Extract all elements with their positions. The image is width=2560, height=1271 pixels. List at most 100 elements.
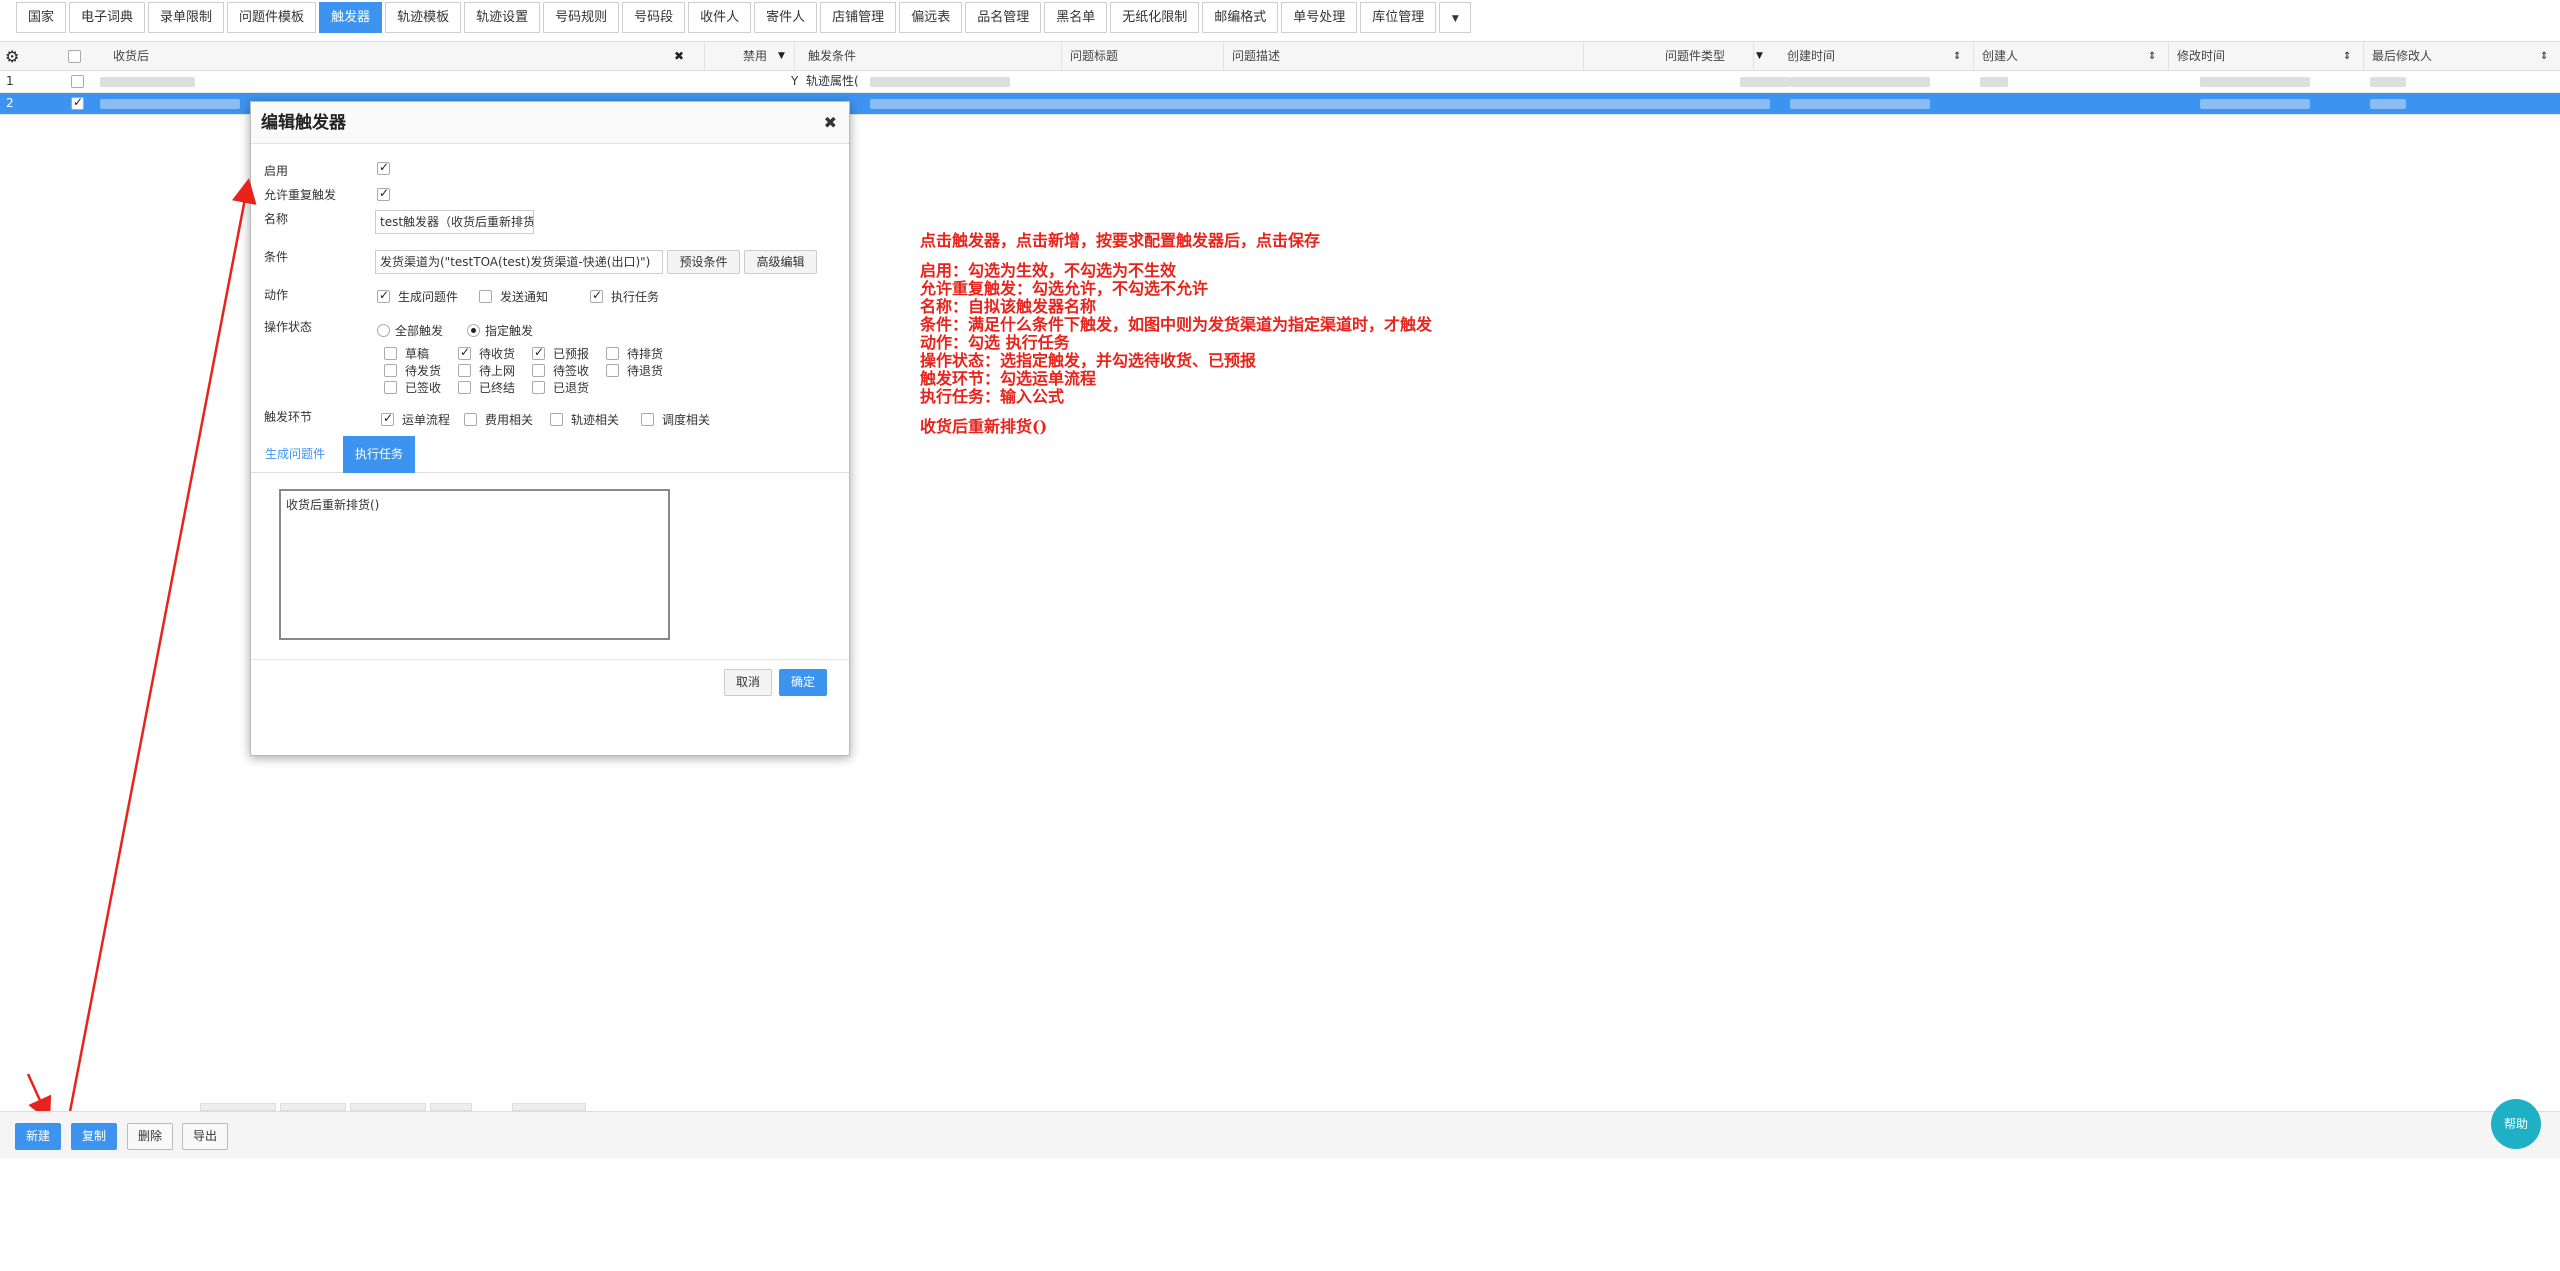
checkbox-box[interactable] xyxy=(381,411,394,426)
opstate-option[interactable]: 待排货 xyxy=(606,345,663,362)
opstate-option[interactable]: 待上网 xyxy=(458,362,515,379)
tab-12[interactable]: 偏远表 xyxy=(899,1,963,33)
sort-icon[interactable]: ⇕ xyxy=(2343,42,2351,71)
tab-8[interactable]: 号码段 xyxy=(622,1,686,33)
copy-button[interactable]: 复制 xyxy=(71,1123,118,1150)
preset-condition-button[interactable]: 预设条件 xyxy=(667,250,740,274)
clear-filter-icon[interactable]: ✖ xyxy=(674,42,684,71)
opstate-option[interactable]: 已终结 xyxy=(458,379,515,396)
col-created-time[interactable]: 创建时间 xyxy=(1779,42,1974,71)
tab-15[interactable]: 无纸化限制 xyxy=(1110,1,1200,33)
row-checkbox[interactable] xyxy=(71,95,84,110)
checkbox-box[interactable] xyxy=(550,413,563,426)
checkbox-box[interactable] xyxy=(606,364,619,377)
col-modified-time[interactable]: 修改时间 xyxy=(2169,42,2364,71)
col-description[interactable]: 问题描述 xyxy=(1224,42,1584,71)
cancel-button[interactable]: 取消 xyxy=(724,669,772,696)
condition-input[interactable]: 发货渠道为("testTOA(test)发货渠道-快递(出口)") xyxy=(375,250,663,274)
opstate-option[interactable]: 草稿 xyxy=(384,345,429,362)
checkbox-box[interactable] xyxy=(384,347,397,360)
tab-16[interactable]: 邮编格式 xyxy=(1202,1,1279,33)
tab-4[interactable]: 触发器 xyxy=(319,1,383,33)
opstate-option[interactable]: 已预报 xyxy=(532,345,589,362)
new-button[interactable]: 新建 xyxy=(15,1123,62,1150)
col-disabled[interactable]: 禁用 xyxy=(735,42,795,71)
tab-13[interactable]: 品名管理 xyxy=(965,1,1042,33)
stage-option[interactable]: 轨迹相关 xyxy=(550,411,619,428)
tab-3[interactable]: 问题件模板 xyxy=(227,1,317,33)
opstate-radio[interactable]: 指定触发 xyxy=(467,322,533,339)
checkbox-box[interactable] xyxy=(458,364,471,377)
tab-7[interactable]: 号码规则 xyxy=(543,1,620,33)
col-title[interactable]: 问题标题 xyxy=(1062,42,1224,71)
sort-icon[interactable]: ⇕ xyxy=(2540,42,2548,71)
ok-button[interactable]: 确定 xyxy=(779,669,827,696)
checkbox-box[interactable] xyxy=(458,345,471,360)
checkbox-box[interactable] xyxy=(377,288,390,303)
table-row[interactable]: 1 Y 轨迹属性( xyxy=(0,71,2560,93)
enable-checkbox[interactable] xyxy=(377,160,398,175)
tab-11[interactable]: 店铺管理 xyxy=(820,1,897,33)
repeat-checkbox[interactable] xyxy=(377,186,398,201)
opstate-option[interactable]: 待发货 xyxy=(384,362,441,379)
radio-circle[interactable] xyxy=(377,324,390,337)
tab-17[interactable]: 单号处理 xyxy=(1281,1,1358,33)
col-type[interactable]: 问题件类型 xyxy=(1584,42,1754,71)
caret-down-icon[interactable]: ▼ xyxy=(778,42,785,71)
checkbox-box[interactable] xyxy=(479,290,492,303)
close-icon[interactable]: ✖ xyxy=(824,102,837,144)
tab-0[interactable]: 国家 xyxy=(16,1,67,33)
name-input[interactable]: test触发器（收货后重新排货） xyxy=(375,210,534,234)
opstate-radio[interactable]: 全部触发 xyxy=(377,322,443,339)
tab-2[interactable]: 录单限制 xyxy=(148,1,225,33)
row-checkbox[interactable] xyxy=(71,75,84,88)
radio-circle[interactable] xyxy=(467,324,480,337)
checkbox-box[interactable] xyxy=(590,288,603,303)
col-creator[interactable]: 创建人 xyxy=(1974,42,2169,71)
delete-button[interactable]: 删除 xyxy=(127,1123,174,1150)
task-formula-textarea[interactable]: 收货后重新排货() xyxy=(279,489,670,640)
gear-icon[interactable]: ⚙ xyxy=(5,42,19,71)
sort-icon[interactable]: ⇕ xyxy=(1953,42,1961,71)
checkbox-box[interactable] xyxy=(641,413,654,426)
filter-header-cell[interactable]: 收货后 xyxy=(105,42,705,71)
checkbox-box[interactable] xyxy=(377,186,390,201)
action-option[interactable]: 发送通知 xyxy=(479,288,548,305)
checkbox-box[interactable] xyxy=(384,364,397,377)
checkbox-box[interactable] xyxy=(532,381,545,394)
tab-6[interactable]: 轨迹设置 xyxy=(464,1,541,33)
col-condition[interactable]: 触发条件 xyxy=(800,42,1062,71)
sort-icon[interactable]: ⇕ xyxy=(2148,42,2156,71)
tab-execute-task[interactable]: 执行任务 xyxy=(343,436,416,473)
col-modifier[interactable]: 最后修改人 xyxy=(2364,42,2560,71)
caret-down-icon[interactable]: ▼ xyxy=(1756,42,1763,71)
help-button[interactable]: 帮助 xyxy=(2491,1099,2541,1149)
opstate-option[interactable]: 待收货 xyxy=(458,345,515,362)
tab-14[interactable]: 黑名单 xyxy=(1044,1,1108,33)
tab-1[interactable]: 电子词典 xyxy=(69,1,146,33)
tab-9[interactable]: 收件人 xyxy=(688,1,752,33)
tab-generate-problem[interactable]: 生成问题件 xyxy=(253,436,337,473)
checkbox-box[interactable] xyxy=(464,413,477,426)
checkbox-box[interactable] xyxy=(606,347,619,360)
opstate-option[interactable]: 已签收 xyxy=(384,379,441,396)
stage-option[interactable]: 费用相关 xyxy=(464,411,533,428)
stage-option[interactable]: 调度相关 xyxy=(641,411,710,428)
tab-5[interactable]: 轨迹模板 xyxy=(385,1,462,33)
checkbox-box[interactable] xyxy=(532,364,545,377)
tab-10[interactable]: 寄件人 xyxy=(754,1,818,33)
more-tabs-dropdown[interactable]: ▼ xyxy=(1439,1,1472,33)
action-option[interactable]: 生成问题件 xyxy=(377,288,458,305)
opstate-option[interactable]: 已退货 xyxy=(532,379,589,396)
export-button[interactable]: 导出 xyxy=(182,1123,229,1150)
select-all-checkbox[interactable] xyxy=(68,50,81,63)
tab-18[interactable]: 库位管理 xyxy=(1360,1,1437,33)
checkbox-box[interactable] xyxy=(458,381,471,394)
checkbox-box[interactable] xyxy=(532,345,545,360)
action-option[interactable]: 执行任务 xyxy=(590,288,659,305)
opstate-option[interactable]: 待退货 xyxy=(606,362,663,379)
checkbox-box[interactable] xyxy=(384,381,397,394)
advanced-edit-button[interactable]: 高级编辑 xyxy=(744,250,817,274)
checkbox-box[interactable] xyxy=(377,160,390,175)
opstate-option[interactable]: 待签收 xyxy=(532,362,589,379)
